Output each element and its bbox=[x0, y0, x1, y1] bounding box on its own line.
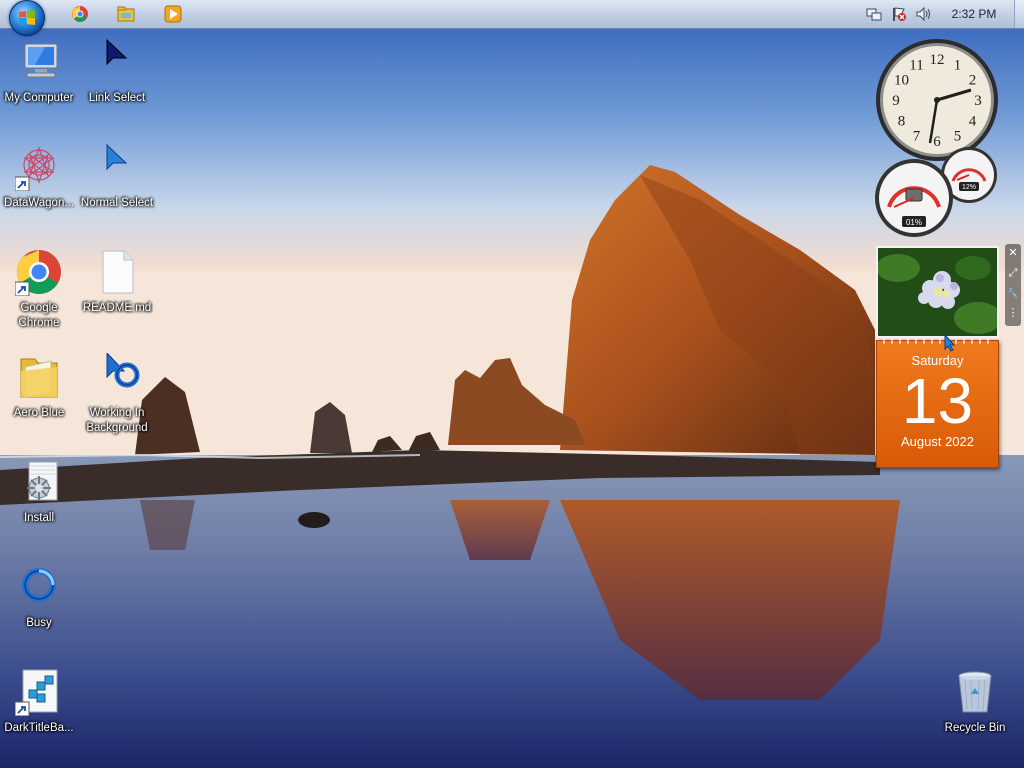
desktop-icon-darktitlebar[interactable]: DarkTitleBa... bbox=[1, 668, 77, 736]
desktop-icon-label: Install bbox=[23, 512, 55, 524]
clock-numeral: 8 bbox=[898, 114, 906, 130]
desktop-icon-my-computer[interactable]: My Computer bbox=[1, 38, 77, 106]
clock-numeral: 9 bbox=[892, 93, 900, 109]
desktop-icon-google-chrome[interactable]: Google Chrome bbox=[1, 248, 77, 331]
resize-gadget-icon[interactable]: ⤢ bbox=[1006, 266, 1020, 280]
desktop-icon-working-in-background[interactable]: Working In Background bbox=[79, 351, 155, 436]
desktop-icon-install[interactable]: Install bbox=[1, 458, 77, 526]
cursor-normal-select-icon bbox=[106, 143, 128, 171]
computer-icon bbox=[24, 43, 58, 78]
desktop-icon-label: Aero Blue bbox=[13, 407, 65, 419]
desktop-icon-label: Busy bbox=[26, 617, 52, 629]
desktop-icon-label: README.md bbox=[82, 302, 152, 314]
volume-icon[interactable] bbox=[915, 4, 931, 24]
desktop-icon-label: Working In Background bbox=[86, 407, 148, 434]
desktop-icon-label: Recycle Bin bbox=[944, 722, 1006, 734]
show-desktop-button[interactable] bbox=[1014, 0, 1024, 28]
close-gadget-icon[interactable]: ✕ bbox=[1006, 246, 1020, 260]
clock-numeral: 10 bbox=[894, 73, 909, 89]
desktop-icon-busy[interactable]: Busy bbox=[1, 563, 77, 631]
recycle-bin-icon bbox=[958, 671, 992, 713]
chrome-icon bbox=[14, 250, 61, 297]
taskbar-clock[interactable]: 2:32 PM bbox=[936, 7, 1012, 21]
desktop-icon-label: Normal Select bbox=[80, 197, 154, 209]
desktop-icon-normal-select[interactable]: Normal Select bbox=[79, 143, 155, 211]
slideshow-gadget[interactable] bbox=[876, 246, 999, 338]
clock-gadget[interactable]: 12 1234567891011 bbox=[874, 37, 1000, 163]
cursor-link-select-icon bbox=[106, 38, 128, 66]
hydrangea-photo-icon bbox=[878, 248, 997, 336]
clock-numeral: 1 bbox=[954, 58, 962, 74]
action-center-flag-icon[interactable] bbox=[891, 4, 907, 24]
cursor-busy-icon bbox=[22, 568, 56, 602]
gadget-toolbar: ✕ ⤢ 🔧 ⋮ bbox=[1005, 244, 1021, 326]
desktop-icon-label: DarkTitleBa... bbox=[4, 722, 74, 734]
document-icon bbox=[102, 250, 134, 294]
clock-numeral: 3 bbox=[974, 93, 982, 109]
network-icon[interactable] bbox=[866, 4, 882, 24]
desktop-icon-label: My Computer bbox=[4, 92, 74, 104]
memory-meter-readout: 12% bbox=[962, 184, 976, 191]
registry-icon bbox=[14, 669, 58, 717]
cpu-meter-readout: 01% bbox=[906, 218, 922, 227]
taskbar-media-player-button[interactable] bbox=[164, 5, 182, 23]
calendar-binding-rings bbox=[883, 338, 989, 344]
desktop-icon-label: Link Select bbox=[88, 92, 146, 104]
desktop-icon-datawagon[interactable]: DataWagon... bbox=[1, 143, 77, 211]
drag-handle-icon[interactable]: ⋮ bbox=[1006, 306, 1020, 320]
calendar-gadget[interactable]: Saturday 13 August 2022 bbox=[876, 340, 999, 468]
datawagon-icon bbox=[14, 146, 55, 192]
windows-flag-icon bbox=[19, 10, 35, 25]
cpu-meter-gadget[interactable]: 12% 01% bbox=[874, 147, 1000, 239]
clock-numeral: 2 bbox=[969, 73, 977, 89]
calendar-day: 13 bbox=[901, 365, 974, 437]
mouse-pointer-icon bbox=[944, 334, 956, 352]
cursor-working-icon bbox=[106, 351, 140, 388]
desktop-icon-label: DataWagon... bbox=[4, 197, 74, 209]
taskbar: 2:32 PM bbox=[0, 0, 1024, 36]
desktop-icon-aero-blue[interactable]: Aero Blue bbox=[1, 353, 77, 421]
clock-numeral: 4 bbox=[969, 114, 977, 130]
taskbar-chrome-button[interactable] bbox=[71, 5, 89, 23]
clock-numeral: 12 bbox=[930, 52, 945, 68]
folder-icon bbox=[20, 358, 58, 398]
desktop-icon-link-select[interactable]: Link Select bbox=[79, 38, 155, 106]
desktop-icon-label: Google Chrome bbox=[18, 302, 60, 329]
taskbar-explorer-button[interactable] bbox=[117, 5, 135, 23]
desktop-icon-recycle-bin[interactable]: Recycle Bin bbox=[937, 668, 1013, 736]
clock-numeral: 5 bbox=[954, 129, 962, 145]
clock-numeral: 11 bbox=[909, 58, 923, 74]
options-wrench-icon[interactable]: 🔧 bbox=[1006, 286, 1020, 300]
calendar-month-year: August 2022 bbox=[900, 434, 974, 449]
desktop-icon-readme[interactable]: README.md bbox=[79, 248, 155, 316]
installer-icon bbox=[27, 461, 58, 501]
start-button[interactable] bbox=[9, 0, 45, 36]
clock-numeral: 7 bbox=[913, 129, 921, 145]
